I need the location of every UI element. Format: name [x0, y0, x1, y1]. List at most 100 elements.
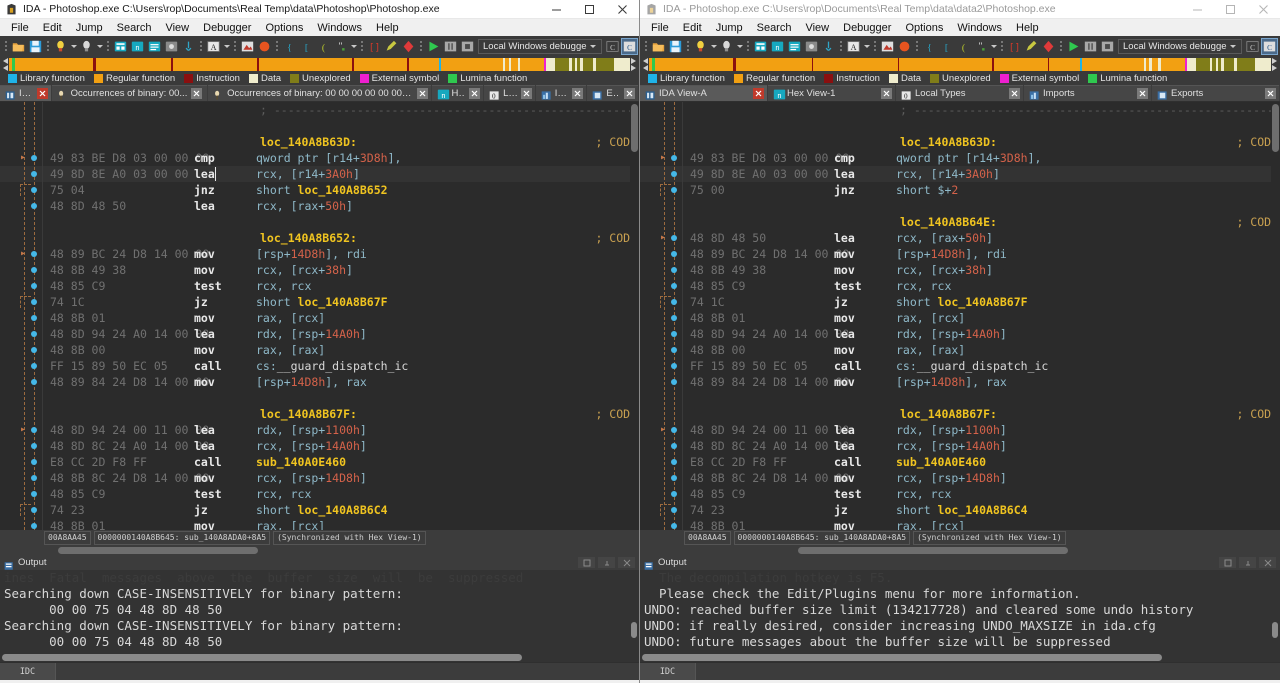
breakpoint-dot-icon[interactable] — [31, 315, 37, 321]
instruction-operands[interactable]: rcx, [r14+3A0h] — [256, 167, 639, 181]
breakpoint-dot-icon[interactable] — [671, 347, 677, 353]
navigator-strip[interactable] — [649, 57, 1271, 71]
instruction-operands[interactable]: rdx, [rsp+1100h] — [896, 423, 1280, 437]
instruction-operands[interactable]: short loc_140A8B67F — [256, 295, 639, 309]
output-restore-button[interactable] — [1219, 557, 1236, 568]
instruction-mnemonic[interactable]: mov — [194, 247, 256, 261]
instruction-operands[interactable]: qword ptr [r14+3D8h], — [256, 151, 639, 165]
menu-item-search[interactable]: Search — [110, 21, 159, 35]
toolbar-load-file-icon[interactable] — [239, 38, 256, 55]
instruction-row[interactable]: 48 85 C9 test rcx, rcx — [0, 278, 639, 294]
disassembly-vscrollbar[interactable] — [630, 102, 639, 530]
toolbar-pause-icon[interactable] — [442, 38, 459, 55]
code-label-row[interactable]: loc_140A8B63D:; CODE — [0, 134, 639, 150]
tab-exports[interactable]: Exports — [1152, 85, 1279, 101]
toolbar-cpp-icon[interactable]: C — [1244, 38, 1261, 55]
instruction-operands[interactable]: sub_140A0E460 — [896, 455, 1280, 469]
toolbar-grip[interactable] — [4, 39, 8, 53]
vscroll-thumb[interactable] — [631, 104, 638, 152]
toolbar-stop-record-icon[interactable] — [896, 38, 913, 55]
dropdown-caret[interactable] — [69, 38, 78, 55]
minimize-button[interactable] — [1181, 0, 1214, 19]
instruction-row[interactable]: FF 15 89 50 EC 05 call cs:__guard_dispatch… — [0, 358, 639, 374]
toolbar-structures-icon[interactable] — [163, 38, 180, 55]
instruction-operands[interactable]: short loc_140A8B6C4 — [896, 503, 1280, 517]
debugger-selector[interactable]: Local Windows debugge — [478, 38, 602, 54]
menu-item-options[interactable]: Options — [898, 21, 950, 35]
instruction-operands[interactable]: rcx, [rcx+38h] — [896, 263, 1280, 277]
instruction-row[interactable]: 48 8B 01 mov rax, [rcx] — [640, 518, 1280, 530]
breakpoint-dot-icon[interactable] — [31, 267, 37, 273]
dropdown-caret[interactable] — [735, 38, 744, 55]
instruction-operands[interactable]: rax, [rax] — [256, 343, 639, 357]
instruction-operands[interactable]: [rsp+14D8h], rdi — [896, 247, 1280, 261]
disassembly-vscrollbar[interactable] — [1271, 102, 1280, 530]
breakpoint-dot-icon[interactable] — [671, 283, 677, 289]
instruction-operands[interactable]: rcx, rcx — [256, 487, 639, 501]
breakpoint-dot-icon[interactable] — [671, 475, 677, 481]
breakpoint-dot-icon[interactable] — [31, 187, 37, 193]
nav-right-arrow-icon[interactable] — [630, 57, 637, 71]
tab-lo[interactable]: 0 Lo... — [484, 85, 535, 101]
output-close-button[interactable] — [618, 557, 635, 568]
ida-window-right[interactable]: IDA - Photoshop.exe C:\Users\rop\Documen… — [640, 0, 1280, 683]
tab-close-icon[interactable] — [1009, 88, 1020, 99]
toolbar-quotes-icon[interactable]: " — [972, 38, 989, 55]
disassembly-view[interactable]: ; --------------------------------------… — [640, 102, 1280, 530]
toolbar-lightbulb-yellow-icon[interactable] — [52, 38, 69, 55]
instruction-mnemonic[interactable]: jz — [834, 295, 896, 309]
instruction-operands[interactable]: [rsp+14D8h], rdi — [256, 247, 639, 261]
instruction-row[interactable]: 75 00 jnz short $+2 — [640, 182, 1280, 198]
toolbar-pencil-icon[interactable] — [1023, 38, 1040, 55]
instruction-mnemonic[interactable]: mov — [834, 263, 896, 277]
tab-imports[interactable]: Imports — [1024, 85, 1151, 101]
instruction-operands[interactable]: short loc_140A8B6C4 — [256, 503, 639, 517]
instruction-operands[interactable]: rcx, [rsp+14A0h] — [256, 439, 639, 453]
instruction-mnemonic[interactable]: lea — [194, 167, 256, 181]
toolbar-terminate-icon[interactable] — [1099, 38, 1116, 55]
instruction-row[interactable]: 48 85 C9 test rcx, rcx — [640, 486, 1280, 502]
menu-item-view[interactable]: View — [158, 21, 196, 35]
breakpoint-dot-icon[interactable] — [671, 363, 677, 369]
tab-id[interactable]: ID... — [0, 85, 51, 101]
hscroll-thumb[interactable] — [58, 547, 258, 554]
dropdown-caret[interactable] — [709, 38, 718, 55]
instruction-row[interactable]: ▸ 48 89 BC 24 D8 14 00 00 mov [rsp+14D8h], … — [0, 246, 639, 262]
breakpoint-dot-icon[interactable] — [31, 155, 37, 161]
toolbar-run-icon[interactable] — [425, 38, 442, 55]
breakpoint-dot-icon[interactable] — [671, 299, 677, 305]
instruction-row[interactable]: 48 8B 49 38 mov rcx, [rcx+38h] — [640, 262, 1280, 278]
instruction-operands[interactable]: short $+2 — [896, 183, 1280, 197]
toolbar-run-to-icon[interactable]: ( — [955, 38, 972, 55]
breakpoint-dot-icon[interactable] — [671, 331, 677, 337]
vscroll-thumb[interactable] — [1272, 104, 1279, 152]
toolbar-step-over-icon[interactable]: [ — [938, 38, 955, 55]
dropdown-caret[interactable] — [989, 38, 998, 55]
output-hscrollbar[interactable] — [640, 653, 1280, 662]
output-float-button[interactable] — [1239, 557, 1256, 568]
instruction-row[interactable]: 48 8D 48 50 lea rcx, [rax+50h] — [0, 198, 639, 214]
instruction-row[interactable]: 48 85 C9 test rcx, rcx — [0, 486, 639, 502]
menu-item-debugger[interactable]: Debugger — [196, 21, 258, 35]
instruction-mnemonic[interactable]: jz — [194, 295, 256, 309]
instruction-mnemonic[interactable]: lea — [834, 423, 896, 437]
toolbar-run-icon[interactable] — [1065, 38, 1082, 55]
instruction-mnemonic[interactable]: mov — [834, 343, 896, 357]
output-log[interactable]: ines Fatal messages above the buffer siz… — [0, 570, 639, 653]
menu-item-jump[interactable]: Jump — [69, 21, 110, 35]
toolbar-grip[interactable] — [644, 39, 648, 53]
close-button[interactable] — [1247, 0, 1280, 19]
code-label[interactable]: loc_140A8B67F: — [260, 407, 357, 421]
instruction-operands[interactable]: rax, [rcx] — [256, 519, 639, 530]
menu-item-debugger[interactable]: Debugger — [836, 21, 898, 35]
instruction-mnemonic[interactable]: mov — [194, 263, 256, 277]
toolbar-graph-view-icon[interactable] — [752, 38, 769, 55]
ida-window-left[interactable]: IDA - Photoshop.exe C:\Users\rop\Documen… — [0, 0, 640, 683]
instruction-mnemonic[interactable]: lea — [834, 231, 896, 245]
toolbar-terminate-icon[interactable] — [459, 38, 476, 55]
instruction-operands[interactable]: [rsp+14D8h], rax — [896, 375, 1280, 389]
toolbar-lightbulb-yellow-icon[interactable] — [692, 38, 709, 55]
toolbar-brackets-icon[interactable]: [] — [366, 38, 383, 55]
tab-close-icon[interactable] — [1265, 88, 1276, 99]
toolbar-structures-icon[interactable] — [803, 38, 820, 55]
